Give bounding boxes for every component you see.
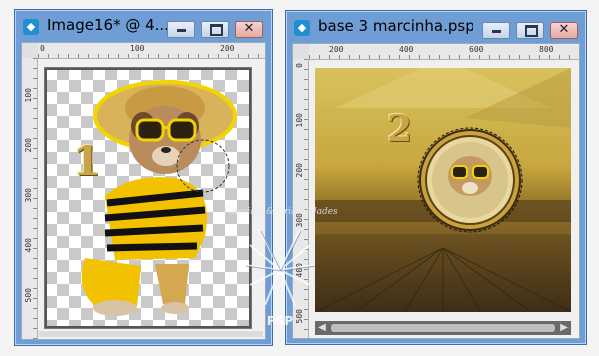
- ruler-tick: 100: [130, 44, 145, 53]
- ruler-tick: 200: [220, 44, 235, 53]
- ruler-tick: 400: [399, 45, 414, 54]
- scrollbar-thumb[interactable]: [331, 324, 555, 332]
- golden-background-image: [315, 68, 571, 312]
- scroll-right-icon[interactable]: ▶: [557, 321, 571, 335]
- minimize-button[interactable]: [167, 21, 195, 38]
- ruler-tick: 100: [295, 113, 304, 128]
- ruler-corner: [293, 44, 309, 60]
- close-icon: ✕: [243, 21, 255, 36]
- horizontal-ruler: 200 400 600 800: [309, 44, 579, 60]
- window-title: base 3 marcinha.pspi...: [318, 17, 473, 35]
- ruler-tick: 400: [24, 238, 33, 253]
- desktop-area: ◆ Image16* @ 4... ✕ 0 100 200 100 200 30…: [0, 0, 599, 356]
- watermark-signature: PSP: [267, 314, 293, 328]
- watermark-logo: Tutoriais & Criatividades PSP: [222, 207, 338, 328]
- ruler-tick: 500: [24, 288, 33, 303]
- ruler-tick: 100: [24, 88, 33, 103]
- ruler-tick: 300: [24, 188, 33, 203]
- ruler-tick: 200: [295, 163, 304, 178]
- close-button[interactable]: ✕: [235, 21, 263, 38]
- ruler-tick: 0: [40, 44, 45, 53]
- maximize-button[interactable]: [201, 21, 229, 38]
- psp-document-icon: ◆: [23, 19, 39, 35]
- ruler-tick: 200: [329, 45, 344, 54]
- ruler-tick: 0: [295, 63, 304, 68]
- minimize-button[interactable]: [482, 22, 510, 39]
- horizontal-ruler: 0 100 200: [38, 43, 265, 59]
- ruler-corner: [22, 43, 38, 59]
- number-two-label: 2: [387, 108, 413, 150]
- window-title: Image16* @ 4...: [47, 16, 169, 34]
- ruler-tick: 200: [24, 138, 33, 153]
- maximize-button[interactable]: [516, 22, 544, 39]
- window-titlebar[interactable]: ◆ base 3 marcinha.pspi... ✕: [286, 11, 586, 43]
- ruler-tick: 600: [469, 45, 484, 54]
- psp-document-icon: ◆: [294, 20, 310, 36]
- vertical-ruler: 100 200 300 400 500: [22, 58, 38, 339]
- close-icon: ✕: [558, 22, 570, 37]
- close-button[interactable]: ✕: [550, 22, 578, 39]
- image-canvas[interactable]: 2: [315, 68, 571, 312]
- window-titlebar[interactable]: ◆ Image16* @ 4... ✕: [15, 10, 272, 42]
- horizontal-scrollbar[interactable]: ◀ ▶: [315, 321, 571, 335]
- watermark-text: Tutoriais & Criatividades: [222, 207, 338, 217]
- ruler-tick: 800: [539, 45, 554, 54]
- horizontal-scrollbar[interactable]: [39, 331, 263, 337]
